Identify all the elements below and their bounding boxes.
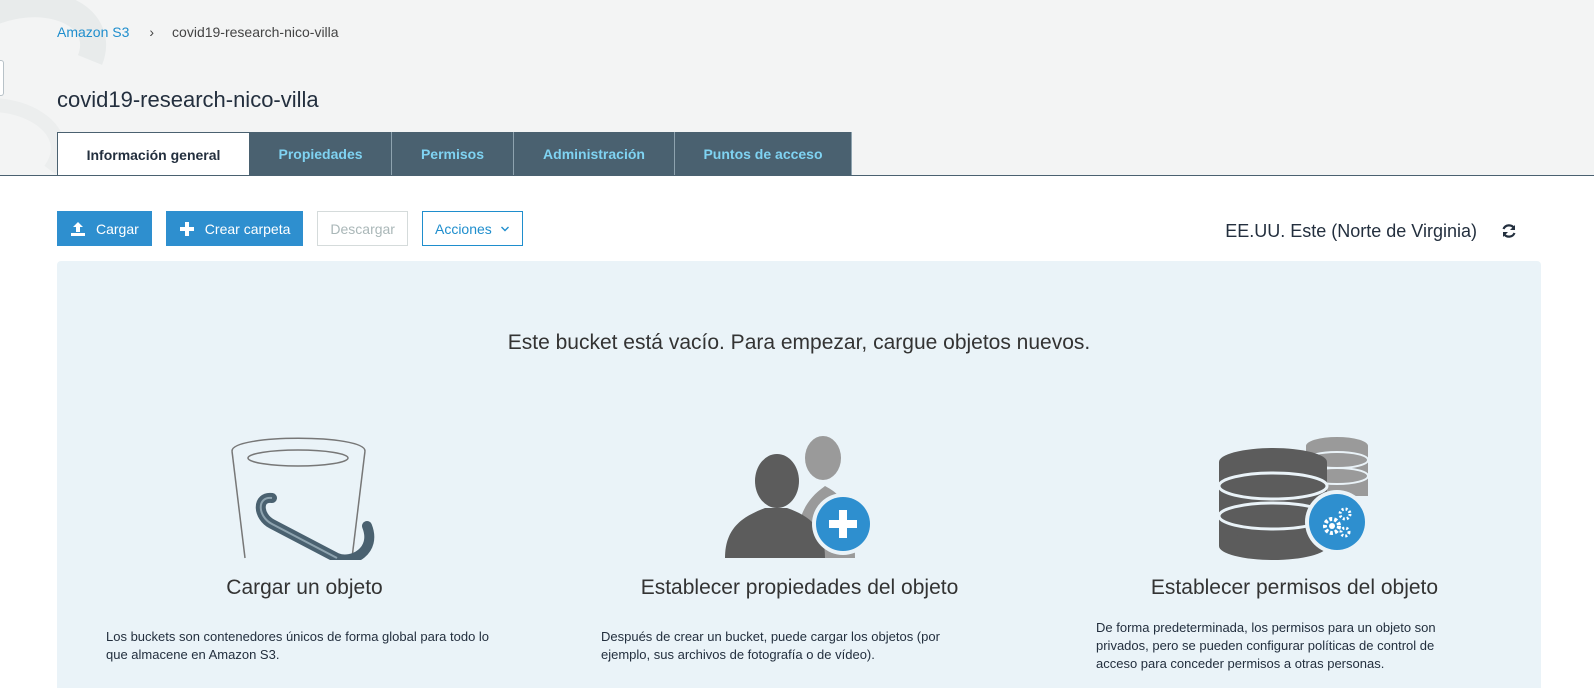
bucket-icon xyxy=(231,437,375,560)
toolbar: Cargar Crear carpeta Descargar Acciones xyxy=(57,211,537,246)
create-folder-button[interactable]: Crear carpeta xyxy=(165,211,304,246)
empty-bucket-title: Este bucket está vacío. Para empezar, ca… xyxy=(507,331,1091,354)
breadcrumb-root-link[interactable]: Amazon S3 xyxy=(57,24,129,40)
tab-overview[interactable]: Información general xyxy=(57,132,250,175)
refresh-icon[interactable] xyxy=(1500,222,1518,240)
upload-icon xyxy=(70,221,86,237)
bucket-header: Amazon S3 › covid19-research-nico-villa … xyxy=(0,0,1594,176)
object-properties-description: Después de crear un bucket, puede cargar… xyxy=(601,629,940,662)
object-permissions-description: De forma predeterminada, los permisos pa… xyxy=(1096,620,1436,671)
side-panel-handle[interactable] xyxy=(0,60,4,96)
tab-access-points[interactable]: Puntos de acceso xyxy=(675,132,852,175)
upload-object-title: Cargar un objeto xyxy=(226,576,383,599)
download-button[interactable]: Descargar xyxy=(317,211,408,246)
upload-object-description: Los buckets son contenedores únicos de f… xyxy=(106,629,490,662)
chevron-down-icon xyxy=(500,224,510,234)
tab-permissions[interactable]: Permisos xyxy=(392,132,514,175)
breadcrumb: Amazon S3 › covid19-research-nico-villa xyxy=(57,24,339,40)
empty-bucket-panel: Este bucket está vacío. Para empezar, ca… xyxy=(57,261,1541,688)
page-title: covid19-research-nico-villa xyxy=(57,87,319,112)
breadcrumb-separator-icon: › xyxy=(149,24,155,40)
tab-management[interactable]: Administración xyxy=(514,132,675,175)
object-properties-title: Establecer propiedades del objeto xyxy=(640,576,959,599)
breadcrumb-current: covid19-research-nico-villa xyxy=(172,24,339,40)
create-folder-button-label: Crear carpeta xyxy=(204,220,291,237)
tab-properties[interactable]: Propiedades xyxy=(250,132,392,175)
database-gear-icon xyxy=(1219,437,1369,560)
actions-dropdown[interactable]: Acciones xyxy=(421,211,523,246)
users-add-icon xyxy=(725,436,874,558)
actions-dropdown-label: Acciones xyxy=(434,220,492,237)
plus-icon xyxy=(179,221,195,237)
upload-button[interactable]: Cargar xyxy=(57,211,152,246)
object-permissions-title: Establecer permisos del objeto xyxy=(1150,576,1439,599)
upload-button-label: Cargar xyxy=(96,220,139,237)
tab-bar: Información general Propiedades Permisos… xyxy=(57,132,852,175)
region-label: EE.UU. Este (Norte de Virginia) xyxy=(1225,221,1477,241)
